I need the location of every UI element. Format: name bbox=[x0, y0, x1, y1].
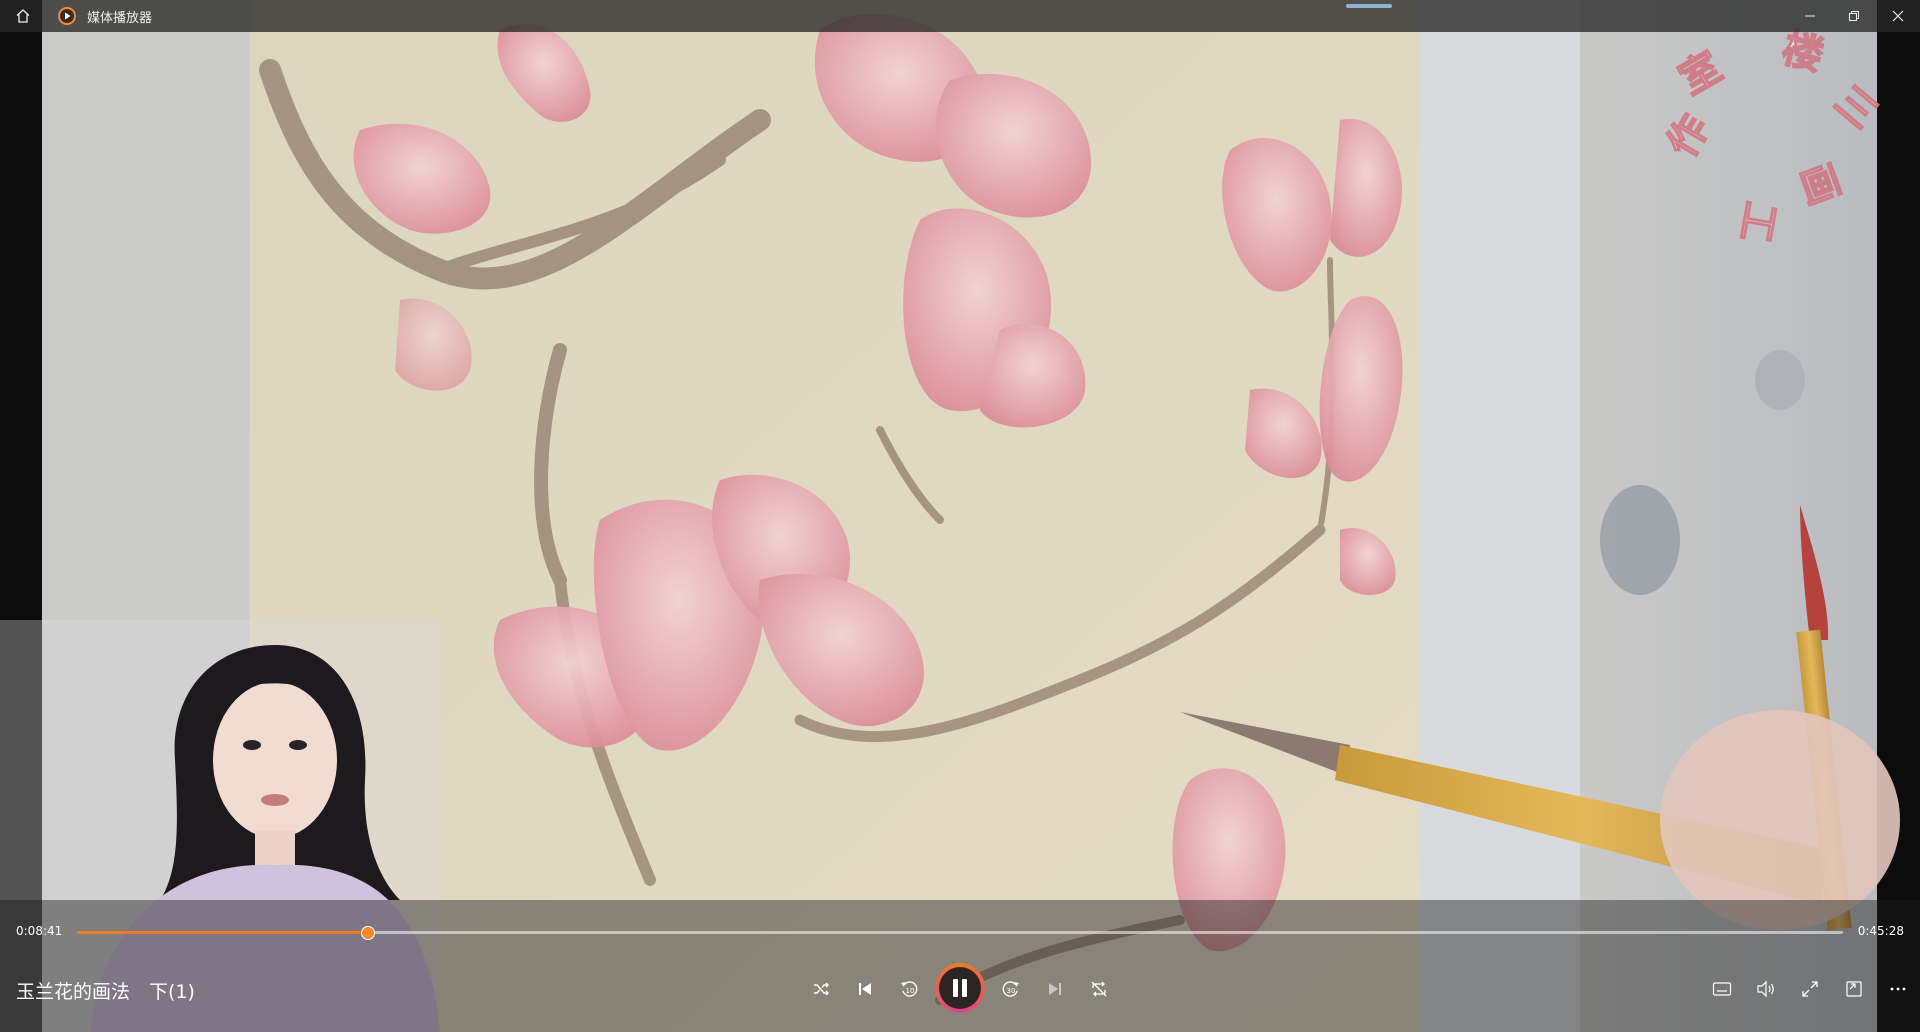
media-player-app-icon bbox=[58, 7, 76, 25]
forward-30-button[interactable]: 30 bbox=[991, 969, 1031, 1009]
title-bar: 媒体播放器 bbox=[0, 0, 1920, 32]
total-time: 0:45:28 bbox=[1857, 924, 1904, 938]
mini-player-icon bbox=[1846, 981, 1862, 997]
next-button[interactable] bbox=[1035, 969, 1075, 1009]
mini-player-button[interactable] bbox=[1834, 969, 1874, 1009]
more-icon bbox=[1890, 987, 1906, 991]
svg-text:工: 工 bbox=[1731, 198, 1783, 245]
shuffle-icon bbox=[814, 982, 829, 996]
home-button[interactable] bbox=[0, 0, 46, 32]
captions-icon bbox=[1712, 982, 1732, 996]
fullscreen-icon bbox=[1802, 981, 1818, 997]
seek-bar-progress bbox=[77, 931, 367, 934]
restore-button[interactable] bbox=[1832, 0, 1876, 32]
fullscreen-button[interactable] bbox=[1790, 969, 1830, 1009]
video-frame[interactable]: 楼 三 画 工 作 室 bbox=[0, 0, 1920, 1032]
shuffle-button[interactable] bbox=[801, 969, 841, 1009]
repeat-off-icon bbox=[1091, 981, 1107, 997]
next-icon bbox=[1049, 983, 1061, 995]
forward-30-icon: 30 bbox=[1002, 981, 1019, 997]
drag-handle[interactable] bbox=[1346, 4, 1392, 8]
app-title: 媒体播放器 bbox=[87, 10, 153, 26]
video-content: 楼 三 画 工 作 室 bbox=[0, 0, 1920, 1032]
window-controls bbox=[1788, 0, 1920, 32]
captions-button[interactable] bbox=[1702, 969, 1742, 1009]
more-options-button[interactable] bbox=[1878, 969, 1918, 1009]
volume-button[interactable] bbox=[1746, 969, 1786, 1009]
seek-thumb[interactable] bbox=[360, 926, 375, 940]
volume-icon bbox=[1757, 980, 1774, 998]
current-time: 0:08:41 bbox=[16, 924, 63, 938]
svg-text:10: 10 bbox=[906, 987, 915, 995]
rewind-10-icon: 10 bbox=[901, 981, 918, 997]
transport-controls: 10 30 bbox=[0, 947, 1920, 1032]
seek-bar[interactable] bbox=[77, 926, 1843, 940]
pause-icon bbox=[953, 979, 967, 997]
play-pause-button[interactable] bbox=[935, 963, 985, 1013]
home-icon bbox=[16, 9, 30, 23]
restore-icon bbox=[1849, 11, 1859, 21]
minimize-button[interactable] bbox=[1788, 0, 1832, 32]
svg-text:30: 30 bbox=[1007, 987, 1016, 995]
close-icon bbox=[1892, 10, 1904, 22]
repeat-button[interactable] bbox=[1079, 969, 1119, 1009]
previous-button[interactable] bbox=[845, 969, 885, 1009]
control-bar: 玉兰花的画法 下(1) 10 30 bbox=[0, 947, 1920, 1032]
previous-icon bbox=[859, 983, 871, 995]
rewind-10-button[interactable]: 10 bbox=[889, 969, 929, 1009]
minimize-icon bbox=[1805, 15, 1815, 17]
close-button[interactable] bbox=[1876, 0, 1920, 32]
seek-bar-row: 0:08:41 0:45:28 bbox=[0, 917, 1920, 947]
play-pause-inner bbox=[939, 967, 981, 1009]
